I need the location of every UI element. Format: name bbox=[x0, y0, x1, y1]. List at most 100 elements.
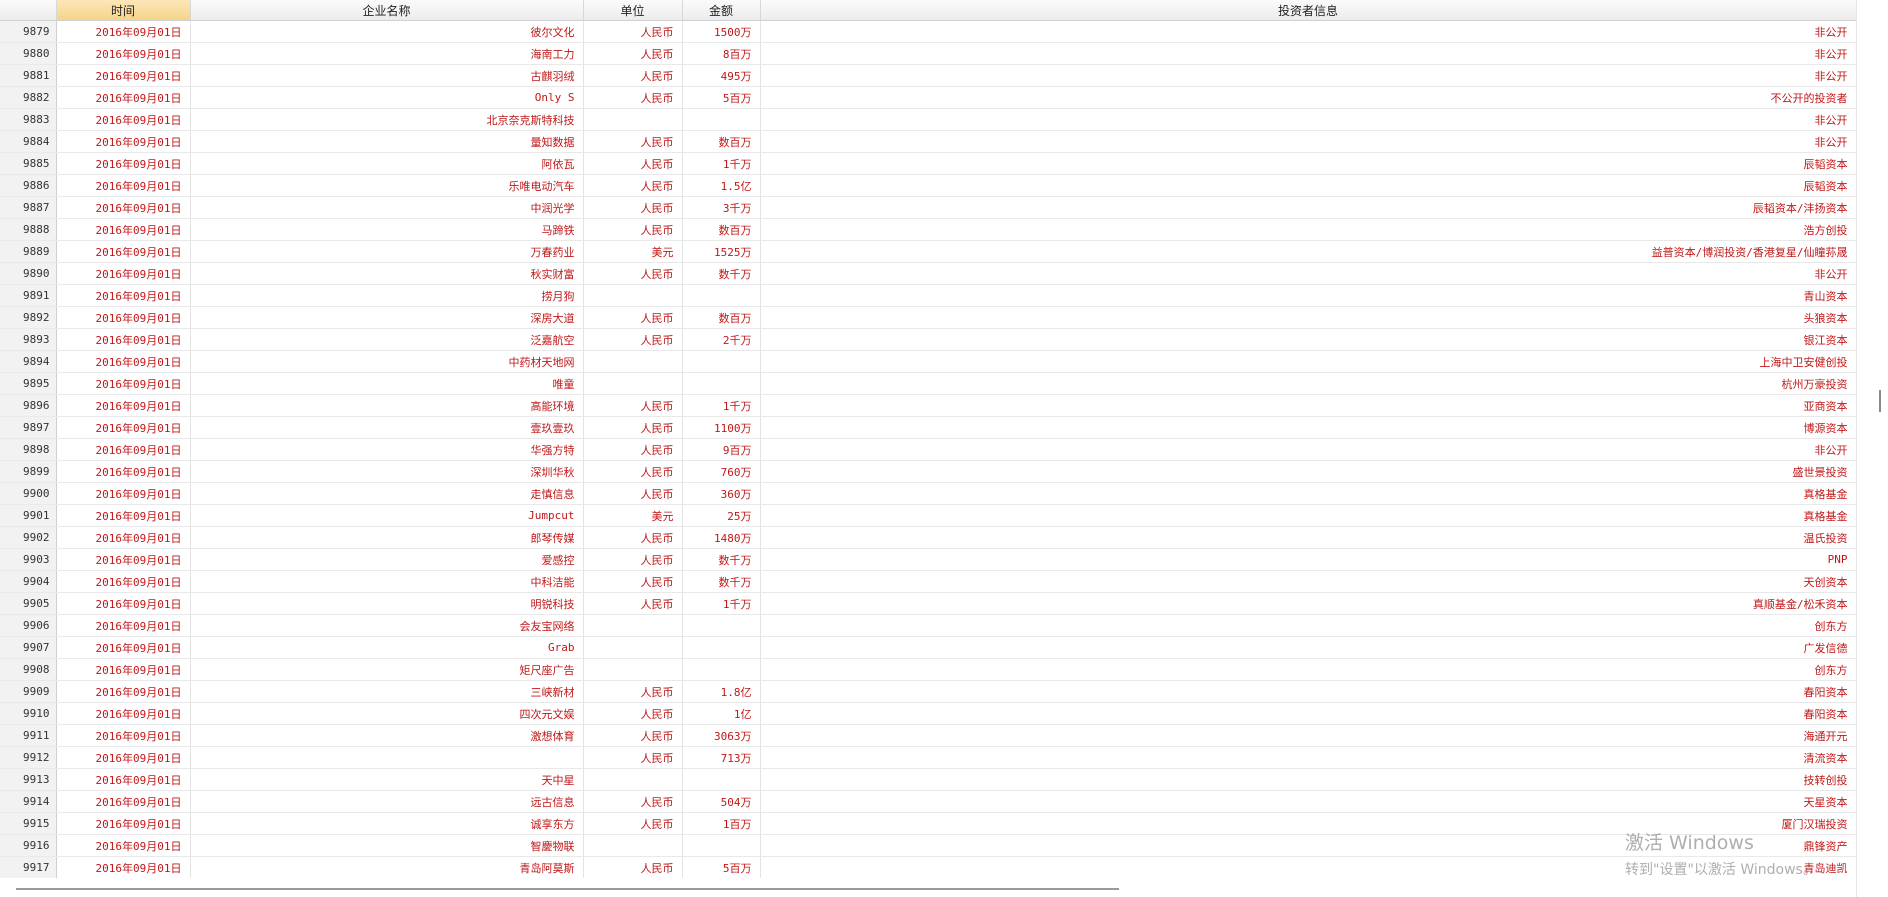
cell-amount[interactable]: 5百万 bbox=[682, 856, 761, 879]
table-row[interactable]: 9910 2016年09月01日 四次元文娱 人民币 1亿 春阳资本 bbox=[0, 702, 1857, 725]
cell-company[interactable]: 乐唯电动汽车 bbox=[190, 174, 584, 197]
cell-unit[interactable]: 人民币 bbox=[583, 438, 683, 461]
row-number[interactable]: 9884 bbox=[0, 130, 57, 153]
cell-amount[interactable]: 数百万 bbox=[682, 218, 761, 241]
cell-company[interactable]: 中润光学 bbox=[190, 196, 584, 219]
cell-company[interactable]: 捞月狗 bbox=[190, 284, 584, 307]
row-number[interactable]: 9917 bbox=[0, 856, 57, 879]
cell-company[interactable] bbox=[190, 746, 584, 769]
cell-investor[interactable]: 不公开的投资者 bbox=[760, 86, 1857, 109]
table-row[interactable]: 9879 2016年09月01日 彼尔文化 人民币 1500万 非公开 bbox=[0, 20, 1857, 43]
cell-time[interactable]: 2016年09月01日 bbox=[56, 108, 191, 131]
cell-investor[interactable]: 天星资本 bbox=[760, 790, 1857, 813]
cell-investor[interactable]: 上海中卫安健创投 bbox=[760, 350, 1857, 373]
cell-amount[interactable]: 1525万 bbox=[682, 240, 761, 263]
row-number[interactable]: 9898 bbox=[0, 438, 57, 461]
cell-unit[interactable] bbox=[583, 108, 683, 131]
cell-investor[interactable]: 创东方 bbox=[760, 614, 1857, 637]
cell-company[interactable]: 走慎信息 bbox=[190, 482, 584, 505]
cell-amount[interactable]: 1千万 bbox=[682, 394, 761, 417]
cell-time[interactable]: 2016年09月01日 bbox=[56, 724, 191, 747]
row-number[interactable]: 9903 bbox=[0, 548, 57, 571]
cell-unit[interactable]: 人民币 bbox=[583, 306, 683, 329]
cell-investor[interactable]: 博源资本 bbox=[760, 416, 1857, 439]
cell-investor[interactable]: 浩方创投 bbox=[760, 218, 1857, 241]
cell-investor[interactable]: 真格基金 bbox=[760, 504, 1857, 527]
row-number[interactable]: 9911 bbox=[0, 724, 57, 747]
cell-amount[interactable]: 1480万 bbox=[682, 526, 761, 549]
row-number[interactable]: 9901 bbox=[0, 504, 57, 527]
cell-company[interactable]: 高能环境 bbox=[190, 394, 584, 417]
cell-unit[interactable]: 人民币 bbox=[583, 394, 683, 417]
table-row[interactable]: 9905 2016年09月01日 明锐科技 人民币 1千万 真顺基金/松禾资本 bbox=[0, 592, 1857, 615]
cell-amount[interactable]: 3063万 bbox=[682, 724, 761, 747]
cell-company[interactable]: 北京奈克斯特科技 bbox=[190, 108, 584, 131]
cell-amount[interactable] bbox=[682, 350, 761, 373]
cell-company[interactable]: 泛嘉航空 bbox=[190, 328, 584, 351]
cell-amount[interactable]: 数百万 bbox=[682, 130, 761, 153]
cell-amount[interactable] bbox=[682, 284, 761, 307]
cell-amount[interactable]: 504万 bbox=[682, 790, 761, 813]
cell-investor[interactable]: 真格基金 bbox=[760, 482, 1857, 505]
table-row[interactable]: 9881 2016年09月01日 古麒羽绒 人民币 495万 非公开 bbox=[0, 64, 1857, 87]
table-row[interactable]: 9882 2016年09月01日 Only S 人民币 5百万 不公开的投资者 bbox=[0, 86, 1857, 109]
row-number[interactable]: 9912 bbox=[0, 746, 57, 769]
table-row[interactable]: 9896 2016年09月01日 高能环境 人民币 1千万 亚商资本 bbox=[0, 394, 1857, 417]
cell-amount[interactable]: 8百万 bbox=[682, 42, 761, 65]
vertical-scrollbar[interactable] bbox=[1856, 0, 1888, 897]
column-header-investor[interactable]: 投资者信息 bbox=[760, 0, 1857, 21]
cell-amount[interactable] bbox=[682, 834, 761, 857]
cell-investor[interactable]: 海通开元 bbox=[760, 724, 1857, 747]
cell-amount[interactable]: 713万 bbox=[682, 746, 761, 769]
table-row[interactable]: 9895 2016年09月01日 唯童 杭州万豪投资 bbox=[0, 372, 1857, 395]
cell-time[interactable]: 2016年09月01日 bbox=[56, 438, 191, 461]
cell-investor[interactable]: 杭州万豪投资 bbox=[760, 372, 1857, 395]
cell-investor[interactable]: 非公开 bbox=[760, 64, 1857, 87]
row-number-header[interactable] bbox=[0, 0, 57, 21]
table-row[interactable]: 9902 2016年09月01日 郎琴传媒 人民币 1480万 温氏投资 bbox=[0, 526, 1857, 549]
cell-amount[interactable]: 1.5亿 bbox=[682, 174, 761, 197]
cell-unit[interactable]: 人民币 bbox=[583, 174, 683, 197]
column-header-amount[interactable]: 金额 bbox=[682, 0, 761, 21]
cell-company[interactable]: 爱感控 bbox=[190, 548, 584, 571]
cell-unit[interactable]: 人民币 bbox=[583, 196, 683, 219]
table-row[interactable]: 9916 2016年09月01日 智慶物联 鼎锋资产 bbox=[0, 834, 1857, 857]
table-row[interactable]: 9903 2016年09月01日 爱感控 人民币 数千万 PNP bbox=[0, 548, 1857, 571]
cell-company[interactable]: 深房大道 bbox=[190, 306, 584, 329]
table-row[interactable]: 9911 2016年09月01日 激想体育 人民币 3063万 海通开元 bbox=[0, 724, 1857, 747]
table-row[interactable]: 9886 2016年09月01日 乐唯电动汽车 人民币 1.5亿 辰韬资本 bbox=[0, 174, 1857, 197]
cell-investor[interactable]: 非公开 bbox=[760, 438, 1857, 461]
cell-time[interactable]: 2016年09月01日 bbox=[56, 284, 191, 307]
cell-unit[interactable] bbox=[583, 834, 683, 857]
cell-investor[interactable]: 厦门汉瑞投资 bbox=[760, 812, 1857, 835]
table-row[interactable]: 9900 2016年09月01日 走慎信息 人民币 360万 真格基金 bbox=[0, 482, 1857, 505]
table-row[interactable]: 9907 2016年09月01日 Grab 广发信德 bbox=[0, 636, 1857, 659]
table-row[interactable]: 9885 2016年09月01日 阿依瓦 人民币 1千万 辰韬资本 bbox=[0, 152, 1857, 175]
table-row[interactable]: 9915 2016年09月01日 诚享东方 人民币 1百万 厦门汉瑞投资 bbox=[0, 812, 1857, 835]
cell-company[interactable]: 古麒羽绒 bbox=[190, 64, 584, 87]
row-number[interactable]: 9899 bbox=[0, 460, 57, 483]
cell-unit[interactable]: 人民币 bbox=[583, 20, 683, 43]
cell-company[interactable]: 诚享东方 bbox=[190, 812, 584, 835]
cell-amount[interactable]: 5百万 bbox=[682, 86, 761, 109]
cell-company[interactable]: 深圳华秋 bbox=[190, 460, 584, 483]
row-number[interactable]: 9885 bbox=[0, 152, 57, 175]
row-number[interactable]: 9897 bbox=[0, 416, 57, 439]
cell-amount[interactable]: 3千万 bbox=[682, 196, 761, 219]
cell-unit[interactable]: 人民币 bbox=[583, 724, 683, 747]
cell-unit[interactable]: 人民币 bbox=[583, 130, 683, 153]
row-number[interactable]: 9913 bbox=[0, 768, 57, 791]
row-number[interactable]: 9909 bbox=[0, 680, 57, 703]
cell-amount[interactable]: 9百万 bbox=[682, 438, 761, 461]
cell-investor[interactable]: 益普资本/博润投资/香港复星/仙瞳荪晟 bbox=[760, 240, 1857, 263]
row-number[interactable]: 9906 bbox=[0, 614, 57, 637]
table-row[interactable]: 9898 2016年09月01日 华强方特 人民币 9百万 非公开 bbox=[0, 438, 1857, 461]
cell-time[interactable]: 2016年09月01日 bbox=[56, 394, 191, 417]
cell-time[interactable]: 2016年09月01日 bbox=[56, 416, 191, 439]
cell-amount[interactable] bbox=[682, 614, 761, 637]
table-row[interactable]: 9906 2016年09月01日 会友宝网络 创东方 bbox=[0, 614, 1857, 637]
row-number[interactable]: 9896 bbox=[0, 394, 57, 417]
cell-amount[interactable]: 数百万 bbox=[682, 306, 761, 329]
cell-investor[interactable]: PNP bbox=[760, 548, 1857, 571]
cell-company[interactable]: 中科洁能 bbox=[190, 570, 584, 593]
